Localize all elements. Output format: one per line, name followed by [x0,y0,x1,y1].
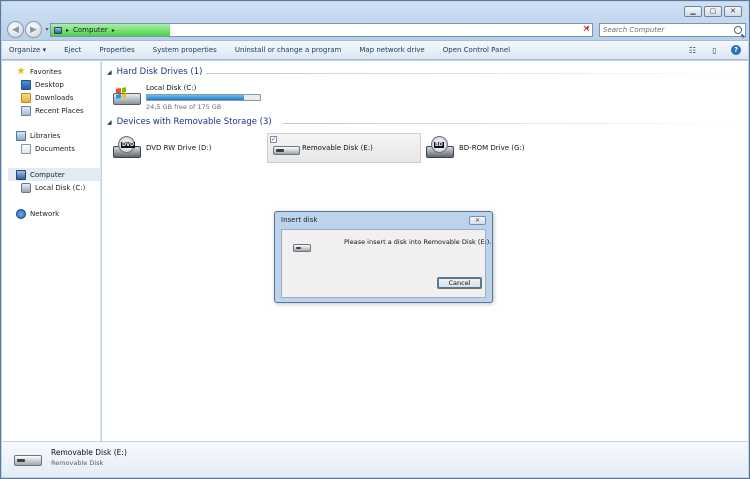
search-placeholder: Search Computer [603,26,665,34]
back-button[interactable]: ◀ [7,21,24,38]
navigation-pane: ★ Favorites Desktop Downloads Recent Pla… [2,61,101,441]
libraries-icon [16,131,26,141]
nav-label: Computer [30,170,65,179]
change-view-icon[interactable]: ☷ [687,45,698,56]
chevron-down-icon: ▾ [45,26,49,33]
address-bar[interactable]: ▸ Computer ▸ ▾ [50,23,593,37]
bd-label: BD [434,142,444,148]
command-bar: Organize ▾ Eject Properties System prope… [2,40,748,60]
map-network-drive-button[interactable]: Map network drive [359,46,424,54]
forward-button[interactable]: ▶ [25,21,42,38]
downloads-folder-icon [21,93,31,103]
group-title: Hard Disk Drives (1) [116,67,203,77]
search-icon[interactable] [734,26,742,34]
nav-item-computer[interactable]: Computer [8,168,100,181]
nav-label: Desktop [35,81,64,89]
nav-label: Downloads [35,94,74,102]
open-control-panel-button[interactable]: Open Control Panel [443,46,510,54]
dialog-body: Please insert a disk into Removable Disk… [281,229,491,298]
dialog-title: Insert disk [281,216,318,224]
details-item-name: Removable Disk (E:) [51,448,127,457]
search-box[interactable]: Search Computer [599,23,746,37]
usb-drive-icon [293,244,311,254]
drive-local-disk-c[interactable]: Local Disk (C:) 24,5 GB free of 175 GB [112,83,272,111]
drive-name: BD-ROM Drive (G:) [459,144,525,152]
command-bar-right: ☷ ▯ ? [687,45,741,56]
star-icon: ★ [16,66,26,77]
dialog-close-button[interactable]: ✕ [469,216,486,225]
computer-icon [54,26,62,34]
details-item-type: Removable Disk [51,459,104,467]
collapse-triangle-icon[interactable]: ◢ [107,119,112,126]
details-pane: Removable Disk (E:) Removable Disk [2,441,748,477]
nav-item-recent-places[interactable]: Recent Places [21,106,84,116]
bd-drive-icon: BD [425,136,455,160]
help-icon[interactable]: ? [731,45,741,55]
stop-loading-button[interactable]: ✕ [580,23,593,37]
usb-drive-icon [271,138,301,162]
breadcrumb-chevron-icon[interactable]: ▸ [66,27,69,34]
dvd-label: DVD [121,142,136,148]
network-icon [16,209,26,219]
drive-dvd-rw-d[interactable]: DVD DVD RW Drive (D:) [112,134,262,162]
group-header-hard-disk-drives[interactable]: ◢ Hard Disk Drives (1) [107,67,202,77]
nav-item-libraries[interactable]: Libraries [16,131,60,141]
organize-menu[interactable]: Organize ▾ [9,46,46,54]
recent-places-icon [21,106,31,116]
cancel-button[interactable]: Cancel [437,277,482,289]
window-controls: ▁ ▢ ✕ [684,6,742,17]
collapse-triangle-icon[interactable]: ◢ [107,69,112,76]
desktop-icon [21,80,31,90]
minimize-button[interactable]: ▁ [684,6,702,17]
dvd-drive-icon: DVD [112,136,142,160]
breadcrumb-computer[interactable]: Computer [73,26,108,34]
group-divider [206,73,741,74]
nav-label: Local Disk (C:) [35,184,86,192]
hard-drive-icon [112,85,142,109]
system-properties-button[interactable]: System properties [153,46,217,54]
group-title: Devices with Removable Storage (3) [116,117,272,127]
nav-label: Favorites [30,68,62,76]
capacity-fill [147,94,245,100]
nav-label: Libraries [30,132,61,140]
nav-label: Documents [35,145,75,153]
drive-name: DVD RW Drive (D:) [146,144,212,152]
properties-button[interactable]: Properties [99,46,134,54]
drive-removable-disk-e[interactable]: ✓ Removable Disk (E:) [267,133,421,163]
nav-item-network[interactable]: Network [16,209,59,219]
uninstall-program-button[interactable]: Uninstall or change a program [235,46,342,54]
computer-icon [16,169,26,180]
eject-button[interactable]: Eject [64,46,81,54]
explorer-window: ▁ ▢ ✕ ◀ ▶ ▾ ▸ Computer ▸ ▾ ✕ Search Comp… [0,0,750,479]
free-space-text: 24,5 GB free of 175 GB [146,102,222,111]
drive-name: Local Disk (C:) [146,83,197,92]
nav-label: Recent Places [35,107,84,115]
nav-label: Network [30,210,60,218]
maximize-button[interactable]: ▢ [704,6,722,17]
group-header-removable-storage[interactable]: ◢ Devices with Removable Storage (3) [107,117,272,127]
dialog-message: Please insert a disk into Removable Disk… [344,238,492,246]
close-button[interactable]: ✕ [724,6,742,17]
nav-item-local-disk[interactable]: Local Disk (C:) [21,183,85,193]
nav-item-downloads[interactable]: Downloads [21,93,73,103]
hard-drive-icon [21,183,31,193]
nav-item-favorites[interactable]: ★ Favorites [16,67,62,77]
back-arrow-icon: ◀ [12,24,19,35]
group-divider [283,123,741,124]
drive-bd-rom-g[interactable]: BD BD-ROM Drive (G:) [425,134,575,162]
nav-item-desktop[interactable]: Desktop [21,80,64,90]
forward-arrow-icon: ▶ [30,24,37,35]
documents-icon [21,144,31,154]
title-address-bar: ▁ ▢ ✕ ◀ ▶ ▾ ▸ Computer ▸ ▾ ✕ Search Comp… [2,2,748,40]
address-breadcrumb: ▸ Computer ▸ [51,26,115,34]
breadcrumb-chevron-icon[interactable]: ▸ [112,27,115,34]
navigation-buttons: ◀ ▶ ▾ [7,21,51,38]
preview-pane-icon[interactable]: ▯ [709,45,720,56]
insert-disk-dialog: Insert disk ✕ Please insert a disk into … [274,211,493,303]
usb-drive-icon [14,453,44,469]
capacity-bar [146,93,261,101]
nav-item-documents[interactable]: Documents [21,144,75,154]
drive-name: Removable Disk (E:) [302,144,373,152]
